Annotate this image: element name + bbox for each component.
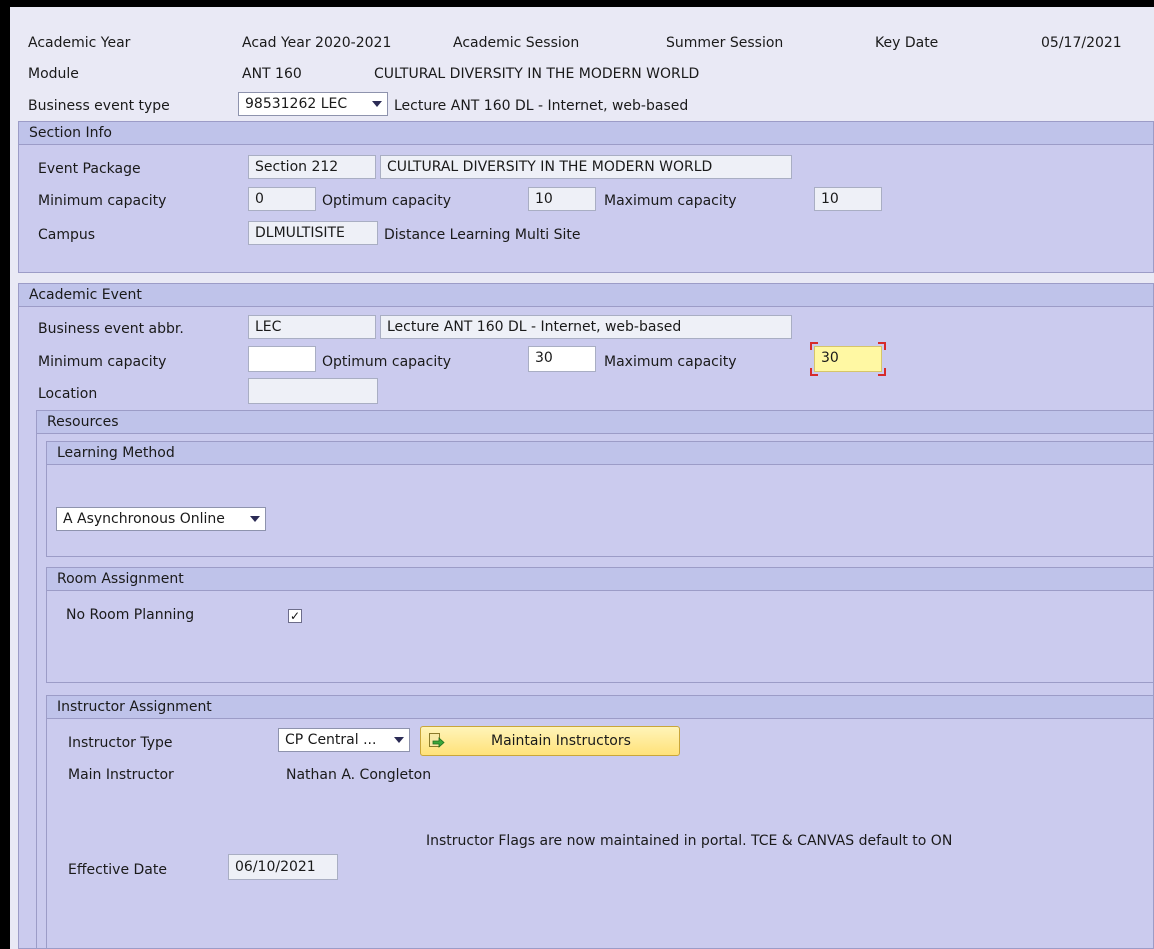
section-info-header: Section Info	[19, 122, 1153, 145]
learning-method-value: A Asynchronous Online	[63, 511, 225, 527]
room-assignment-group: Room Assignment	[46, 567, 1154, 683]
instructor-assignment-header: Instructor Assignment	[47, 696, 1153, 719]
event-package-desc-field[interactable]: CULTURAL DIVERSITY IN THE MODERN WORLD	[380, 155, 792, 179]
key-date-value: 05/17/2021	[1041, 35, 1122, 51]
business-event-type-value: 98531262 LEC	[245, 96, 348, 112]
event-package-code-field[interactable]: Section 212	[248, 155, 376, 179]
focus-corner-icon	[878, 368, 886, 376]
section-min-capacity-field[interactable]: 0	[248, 187, 316, 211]
focus-corner-icon	[810, 368, 818, 376]
learning-method-group: Learning Method	[46, 441, 1154, 557]
learning-method-dropdown[interactable]: A Asynchronous Online	[56, 507, 266, 531]
event-max-capacity-label: Maximum capacity	[604, 354, 737, 370]
event-opt-capacity-field[interactable]: 30	[528, 346, 596, 372]
campus-code-field[interactable]: DLMULTISITE	[248, 221, 378, 245]
business-event-abbr-field[interactable]: LEC	[248, 315, 376, 339]
effective-date-label: Effective Date	[68, 862, 167, 878]
room-assignment-header: Room Assignment	[47, 568, 1153, 591]
section-opt-capacity-label: Optimum capacity	[322, 193, 451, 209]
academic-year-value: Acad Year 2020-2021	[242, 35, 392, 51]
section-min-capacity-label: Minimum capacity	[38, 193, 167, 209]
chevron-down-icon	[372, 101, 382, 107]
window-frame-left	[0, 0, 10, 949]
event-opt-capacity-label: Optimum capacity	[322, 354, 451, 370]
maintain-instructors-label: Maintain Instructors	[491, 733, 631, 749]
event-min-capacity-field[interactable]	[248, 346, 316, 372]
course-event-screen: Academic Year Acad Year 2020-2021 Academ…	[10, 7, 1154, 949]
window-frame-top	[0, 0, 1154, 7]
module-label: Module	[28, 66, 79, 82]
academic-event-header: Academic Event	[19, 284, 1153, 307]
location-label: Location	[38, 386, 98, 402]
section-max-capacity-label: Maximum capacity	[604, 193, 737, 209]
focus-corner-icon	[810, 342, 818, 350]
campus-desc: Distance Learning Multi Site	[384, 227, 581, 243]
chevron-down-icon	[250, 516, 260, 522]
resources-header: Resources	[37, 411, 1153, 434]
focus-corner-icon	[878, 342, 886, 350]
business-event-abbr-desc-field[interactable]: Lecture ANT 160 DL - Internet, web-based	[380, 315, 792, 339]
academic-year-label: Academic Year	[28, 35, 131, 51]
module-code: ANT 160	[242, 66, 302, 82]
instructor-type-value: CP Central ...	[285, 732, 377, 748]
instructor-type-dropdown[interactable]: CP Central ...	[278, 728, 410, 752]
location-field[interactable]	[248, 378, 378, 404]
learning-method-header: Learning Method	[47, 442, 1153, 465]
maintain-instructors-button[interactable]: Maintain Instructors	[420, 726, 680, 756]
main-instructor-value: Nathan A. Congleton	[286, 767, 432, 783]
key-date-label: Key Date	[875, 35, 939, 51]
no-room-planning-label: No Room Planning	[66, 607, 195, 623]
event-max-capacity-field[interactable]: 30	[814, 346, 882, 372]
campus-label: Campus	[38, 227, 96, 243]
instructor-flags-note: Instructor Flags are now maintained in p…	[426, 833, 953, 849]
chevron-down-icon	[394, 737, 404, 743]
academic-session-label: Academic Session	[453, 35, 580, 51]
effective-date-field[interactable]: 06/10/2021	[228, 854, 338, 880]
section-max-capacity-field[interactable]: 10	[814, 187, 882, 211]
section-opt-capacity-field[interactable]: 10	[528, 187, 596, 211]
business-event-type-label: Business event type	[28, 98, 170, 114]
business-event-abbr-label: Business event abbr.	[38, 321, 184, 337]
business-event-type-desc: Lecture ANT 160 DL - Internet, web-based	[394, 98, 689, 114]
module-title: CULTURAL DIVERSITY IN THE MODERN WORLD	[374, 66, 700, 82]
event-min-capacity-label: Minimum capacity	[38, 354, 167, 370]
arrow-right-icon	[429, 733, 445, 748]
business-event-type-dropdown[interactable]: 98531262 LEC	[238, 92, 388, 116]
no-room-planning-checkbox[interactable]: ✓	[288, 609, 302, 623]
event-package-label: Event Package	[38, 161, 141, 177]
main-instructor-label: Main Instructor	[68, 767, 174, 783]
academic-session-value: Summer Session	[666, 35, 784, 51]
instructor-type-label: Instructor Type	[68, 735, 173, 751]
